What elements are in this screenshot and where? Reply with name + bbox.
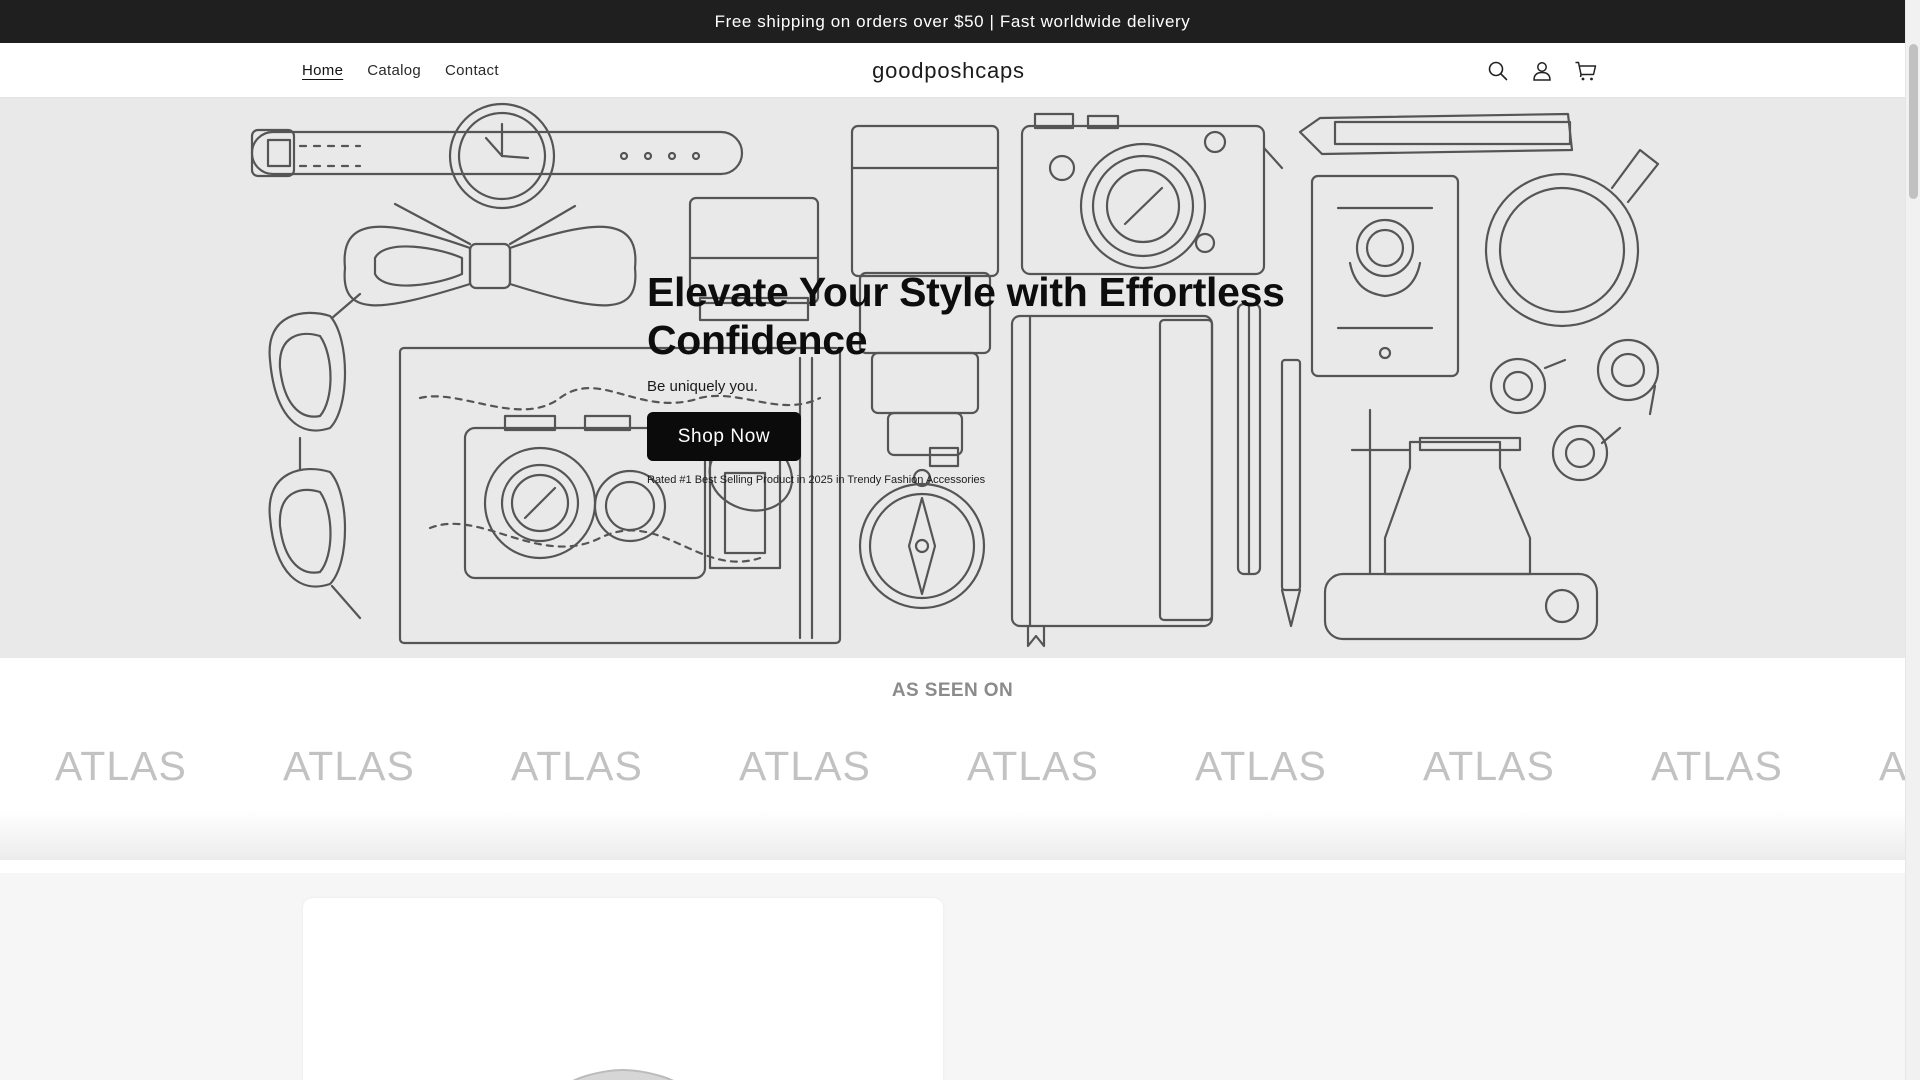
pencil-illustration <box>1298 112 1574 156</box>
cart-icon[interactable] <box>1574 59 1598 83</box>
featured-products-section <box>0 873 1905 1080</box>
brand-logo: ATLAS <box>1879 743 1905 789</box>
logo-wrapper: goodposhcaps <box>0 43 1897 98</box>
account-icon[interactable] <box>1530 59 1554 83</box>
brand-logo: ATLAS <box>967 743 1099 789</box>
sunglasses-illustration <box>268 292 362 620</box>
product-card[interactable] <box>303 898 943 1080</box>
site-header: Home Catalog Contact goodposhcaps <box>0 43 1905 98</box>
brand-logo: ATLAS <box>739 743 871 789</box>
nav-contact-link[interactable]: Contact <box>445 62 499 79</box>
hero-title: Elevate Your Style with Effortless Confi… <box>647 269 1285 363</box>
brand-logo: ATLAS <box>1195 743 1327 789</box>
tape-illustration <box>1489 338 1660 482</box>
hero-rating-text: Rated #1 Best Selling Product in 2025 in… <box>647 474 986 486</box>
brand-logo: ATLAS <box>55 743 187 789</box>
watch-illustration <box>250 102 744 210</box>
magnifier-illustration <box>1484 148 1660 328</box>
page-scrollbar[interactable] <box>1905 0 1920 1080</box>
announcement-bar: Free shipping on orders over $50 | Fast … <box>0 0 1905 43</box>
hero-subtitle: Be uniquely you. <box>647 378 758 395</box>
page: Free shipping on orders over $50 | Fast … <box>0 0 1920 1080</box>
compass-illustration <box>858 468 986 610</box>
brand-logo: ATLAS <box>283 743 415 789</box>
as-seen-on-title: AS SEEN ON <box>891 680 1014 701</box>
scrollbar-thumb[interactable] <box>1909 44 1918 199</box>
nav-catalog-link[interactable]: Catalog <box>367 62 421 79</box>
brand-logo: ATLAS <box>1651 743 1783 789</box>
header-icons <box>1486 43 1598 98</box>
instant-camera-illustration <box>1323 408 1599 641</box>
film-camera-illustration <box>1020 112 1284 276</box>
brand-logo-marquee: ATLAS ATLAS ATLAS ATLAS ATLAS ATLAS ATLA… <box>0 743 1905 803</box>
product-image <box>572 1068 674 1080</box>
site-logo[interactable]: goodposhcaps <box>872 58 1025 84</box>
hero-content: Elevate Your Style with Effortless Confi… <box>647 268 1287 486</box>
shop-now-button[interactable]: Shop Now <box>647 412 801 461</box>
brand-logo: ATLAS <box>511 743 643 789</box>
search-icon[interactable] <box>1486 59 1510 83</box>
as-seen-on-section: AS SEEN ON ATLAS ATLAS ATLAS ATLAS ATLAS… <box>0 658 1905 860</box>
main-nav: Home Catalog Contact <box>302 43 523 98</box>
passport-illustration <box>1310 174 1460 378</box>
bowtie-illustration <box>343 202 637 307</box>
announcement-text: Free shipping on orders over $50 | Fast … <box>714 11 1191 31</box>
brand-logo: ATLAS <box>1423 743 1555 789</box>
hero-banner: Elevate Your Style with Effortless Confi… <box>0 98 1905 658</box>
nav-home-link[interactable]: Home <box>302 62 343 79</box>
